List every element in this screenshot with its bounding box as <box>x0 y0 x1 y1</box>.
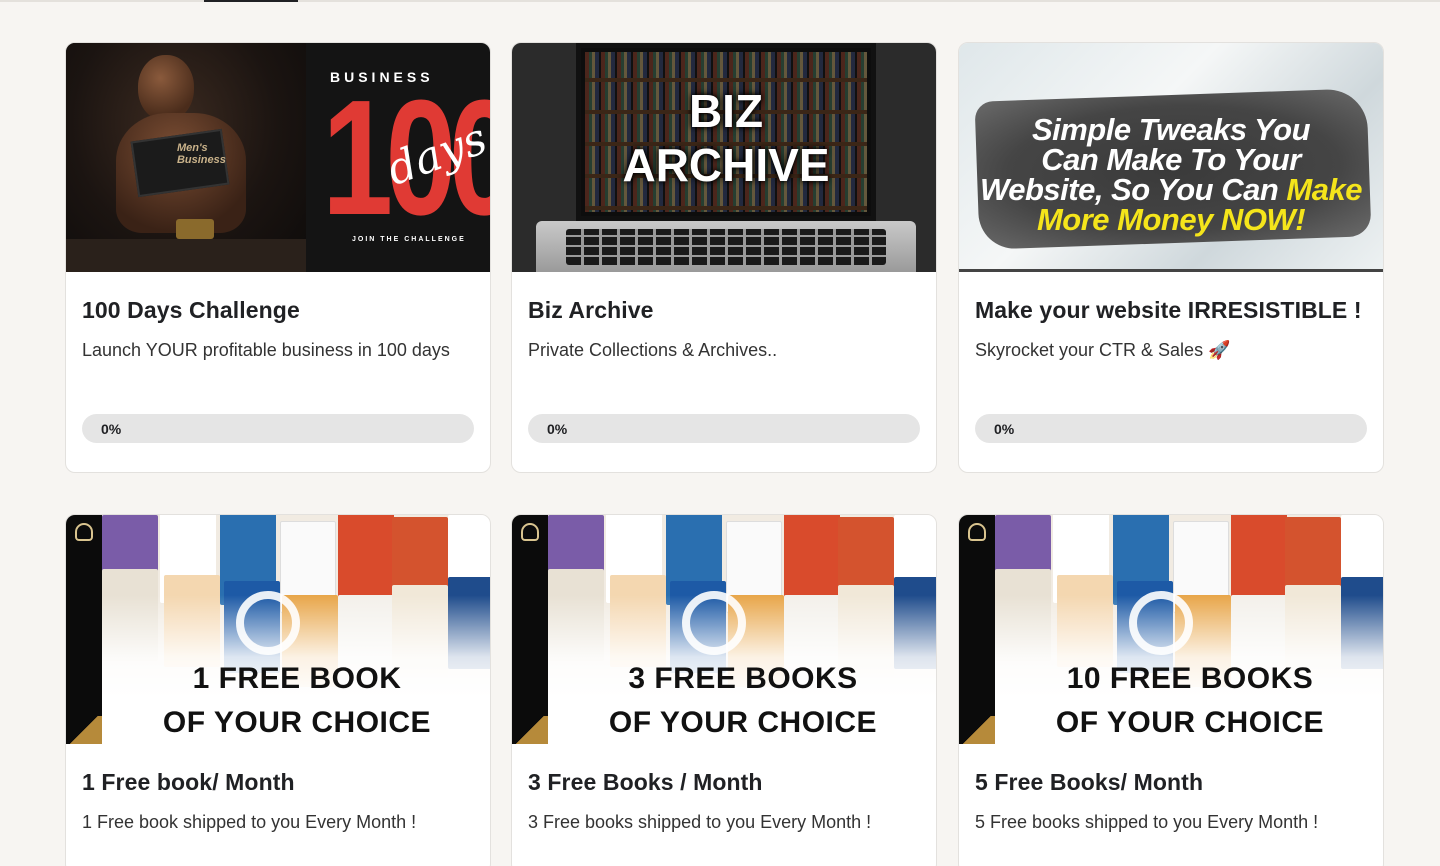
photo-person-head <box>138 55 194 121</box>
course-description: Launch YOUR profitable business in 100 d… <box>82 340 450 360</box>
course-title[interactable]: 5 Free Books/ Month <box>975 768 1367 796</box>
laptop-screen: BIZ ARCHIVE <box>576 43 876 221</box>
course-thumbnail[interactable]: Men's Business BUSINESS 100 days JOIN TH… <box>66 43 490 272</box>
photo-desk <box>66 239 306 272</box>
course-card-1-free-book[interactable]: 1 FREE BOOK OF YOUR CHOICE 1 Free book/ … <box>65 514 491 866</box>
course-title[interactable]: Biz Archive <box>528 296 920 324</box>
gold-corner <box>66 716 102 744</box>
thumbnail-line-2: OF YOUR CHOICE <box>1055 706 1325 739</box>
thumbnail-line-1: Simple Tweaks You <box>1031 112 1311 147</box>
photo-lamp <box>176 219 214 239</box>
course-card-biz-archive[interactable]: BIZ ARCHIVE Biz Archive Private Collecti… <box>511 42 937 473</box>
course-card-website[interactable]: Simple Tweaks You Can Make To Your Websi… <box>958 42 1384 473</box>
photo-book-title: Men's Business <box>176 141 226 166</box>
gold-corner <box>512 716 548 744</box>
brand-logo-icon <box>521 523 539 541</box>
laptop-keyboard <box>566 229 886 265</box>
course-description: 1 Free book shipped to you Every Month ! <box>82 812 417 832</box>
course-title[interactable]: 3 Free Books / Month <box>528 768 920 796</box>
progress-bar: 0% <box>528 414 920 443</box>
course-title[interactable]: 1 Free book/ Month <box>82 768 474 796</box>
course-thumbnail[interactable]: BIZ ARCHIVE <box>512 43 936 272</box>
thumbnail-headline: 1 FREE BOOK OF YOUR CHOICE <box>102 657 490 744</box>
progress-label: 0% <box>994 421 1015 437</box>
brand-strip <box>66 515 102 744</box>
course-description: 5 Free books shipped to you Every Month … <box>975 812 1319 832</box>
thumbnail-headline: 10 FREE BOOKS OF YOUR CHOICE <box>995 657 1383 744</box>
course-thumbnail[interactable]: 3 FREE BOOKS OF YOUR CHOICE <box>512 515 936 744</box>
progress-bar: 0% <box>82 414 474 443</box>
thumbnail-line-4: More Money NOW! <box>1036 202 1306 237</box>
course-thumbnail[interactable]: 1 FREE BOOK OF YOUR CHOICE <box>66 515 490 744</box>
thumbnail-line-1: BIZ <box>688 85 764 137</box>
progress-label: 0% <box>101 421 122 437</box>
progress-bar: 0% <box>975 414 1367 443</box>
course-card-5-free-books[interactable]: 10 FREE BOOKS OF YOUR CHOICE 5 Free Book… <box>958 514 1384 866</box>
progress-label: 0% <box>547 421 568 437</box>
thumbnail-footer-text: JOIN THE CHALLENGE <box>352 236 466 243</box>
thumbnail-headline: 3 FREE BOOKS OF YOUR CHOICE <box>548 657 936 744</box>
thumbnail-line-2: OF YOUR CHOICE <box>162 706 432 739</box>
top-tab-bar <box>0 0 1440 2</box>
brand-strip <box>959 515 995 744</box>
active-tab-indicator <box>204 0 298 2</box>
course-title[interactable]: 100 Days Challenge <box>82 296 474 324</box>
thumbnail-photo: Men's Business <box>66 43 306 272</box>
shelf <box>585 78 867 82</box>
thumbnail-line-3: Website, So You Can Make <box>959 174 1383 205</box>
course-card-100-days[interactable]: Men's Business BUSINESS 100 days JOIN TH… <box>65 42 491 473</box>
brand-logo-icon <box>75 523 93 541</box>
gold-corner <box>959 716 995 744</box>
thumbnail-line-2: ARCHIVE <box>622 139 830 191</box>
thumbnail-line-1: 1 FREE BOOK <box>192 662 402 695</box>
thumbnail-line-1: 10 FREE BOOKS <box>1066 662 1314 695</box>
course-description: Private Collections & Archives.. <box>528 340 778 360</box>
course-description: 3 Free books shipped to you Every Month … <box>528 812 872 832</box>
course-description: Skyrocket your CTR & Sales 🚀 <box>975 340 1231 360</box>
thumbnail-line-2: Can Make To Your <box>1041 142 1301 177</box>
thumbnail-line-2: OF YOUR CHOICE <box>608 706 878 739</box>
brand-logo-icon <box>968 523 986 541</box>
course-card-3-free-books[interactable]: 3 FREE BOOKS OF YOUR CHOICE 3 Free Books… <box>511 514 937 866</box>
brand-strip <box>512 515 548 744</box>
course-title[interactable]: Make your website IRRESISTIBLE ! <box>975 296 1367 324</box>
thumbnail-headline: Simple Tweaks You Can Make To Your Websi… <box>959 112 1383 237</box>
course-thumbnail[interactable]: Simple Tweaks You Can Make To Your Websi… <box>959 43 1383 272</box>
thumbnail-bottom-border <box>959 269 1383 272</box>
shelf <box>585 206 867 210</box>
course-thumbnail[interactable]: 10 FREE BOOKS OF YOUR CHOICE <box>959 515 1383 744</box>
thumbnail-line-1: 3 FREE BOOKS <box>628 662 858 695</box>
